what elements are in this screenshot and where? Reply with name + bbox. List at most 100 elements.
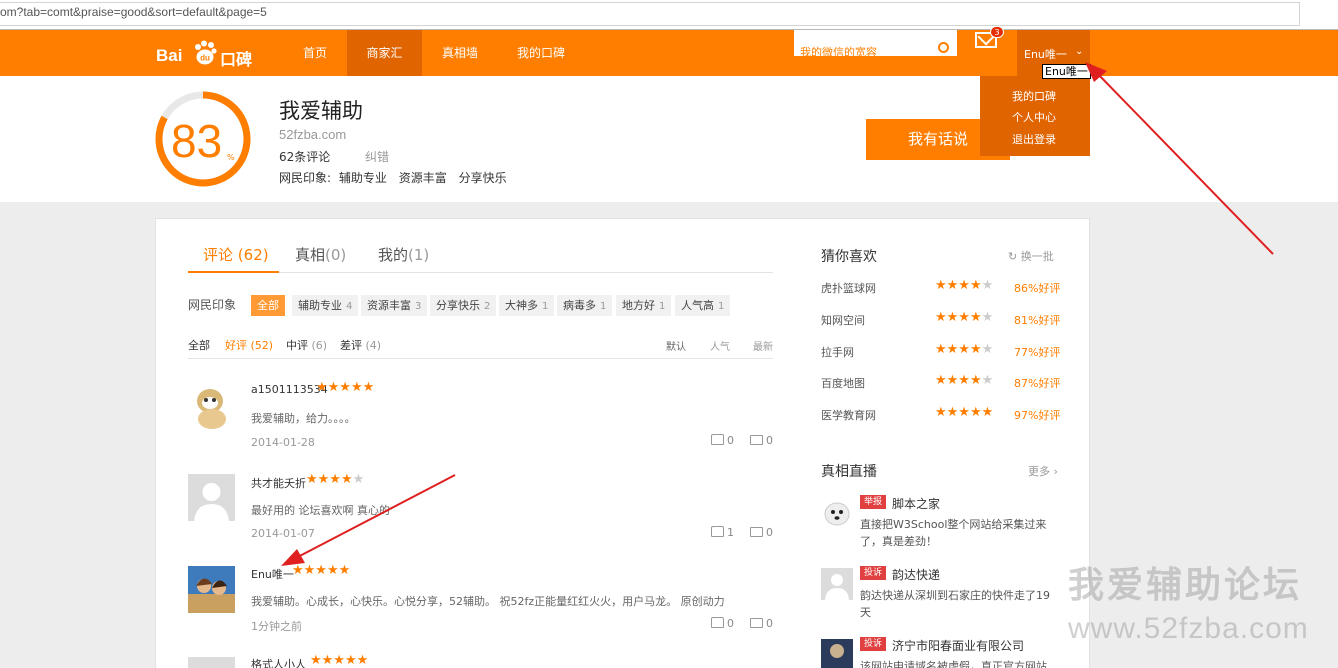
live-avatar[interactable] — [821, 496, 853, 528]
refresh-label: 换一批 — [1020, 250, 1054, 263]
recommend-name[interactable]: 医学教育网 — [821, 407, 876, 423]
search-icon[interactable] — [938, 42, 949, 53]
filter-good[interactable]: 好评 (52) — [225, 337, 273, 353]
live-item-title[interactable]: 韵达快递 — [892, 566, 940, 583]
business-url[interactable]: 52fzba.com — [279, 127, 346, 142]
tag-item[interactable]: 辅助专业 4 — [292, 295, 359, 316]
paw-icon: du — [195, 40, 217, 65]
comment-date: 1分钟之前 — [251, 620, 302, 633]
tab-active-indicator — [188, 271, 279, 273]
tag-item[interactable]: 人气高 1 — [675, 295, 731, 316]
live-avatar[interactable] — [821, 639, 853, 668]
nav-my-koubei[interactable]: 我的口碑 — [506, 30, 576, 76]
recommend-stars: ★★★★★ — [935, 310, 994, 325]
sort-default[interactable]: 默认 — [666, 338, 686, 353]
filter-label: 好评 — [225, 339, 247, 352]
nav-home[interactable]: 首页 — [288, 30, 342, 76]
comment-icon — [750, 618, 763, 628]
correction-link[interactable]: 纠错 — [365, 148, 389, 165]
comment-username[interactable]: Enu唯一 — [251, 566, 294, 582]
live-item-title[interactable]: 济宁市阳春面业有限公司 — [892, 637, 1024, 654]
impression-item: 辅助专业 — [338, 171, 387, 185]
comment-icon — [750, 527, 763, 537]
tag-item[interactable]: 资源丰富 3 — [361, 295, 428, 316]
reply-button[interactable]: 0 — [750, 434, 773, 447]
filter-bad[interactable]: 差评 (4) — [340, 337, 381, 353]
comment-count: 62条评论 — [279, 150, 331, 164]
baidu-koubei-logo[interactable]: Bai du 口碑 — [156, 38, 256, 69]
comment-rating-stars: ★★★★★ — [316, 380, 375, 395]
tag-all[interactable]: 全部 — [251, 295, 285, 316]
comment-username[interactable]: 共才能夭折 — [251, 475, 306, 491]
recommend-name[interactable]: 知网空间 — [821, 312, 865, 328]
watermark-title: 我爱辅助论坛 — [1068, 565, 1303, 606]
avatar[interactable] — [188, 383, 235, 430]
filter-medium[interactable]: 中评 (6) — [286, 337, 327, 353]
like-count: 0 — [727, 434, 734, 447]
more-link[interactable]: 更多 › — [1028, 463, 1058, 479]
tags-label: 网民印象 — [188, 298, 237, 312]
live-item-title[interactable]: 脚本之家 — [892, 495, 940, 512]
filter-count: (52) — [250, 339, 274, 352]
impression-item: 分享快乐 — [458, 171, 507, 185]
chevron-down-icon[interactable]: ⌄ — [1075, 46, 1083, 57]
recommend-rate: 77%好评 — [1014, 346, 1061, 359]
tab-comments[interactable]: 评论 (62) — [203, 244, 269, 265]
tab-count: (1) — [408, 246, 430, 264]
live-item-text: 直接把W3School整个网站给采集过来了，真是差劲！ — [860, 518, 1047, 548]
top-navigation: Bai du 口碑 首页 商家汇 真相墙 我的口碑 我的微信的宽容 3 Enu唯… — [0, 26, 1338, 76]
avatar[interactable] — [188, 474, 235, 521]
filter-label: 中评 — [286, 339, 308, 352]
tag-item[interactable]: 分享快乐 2 — [430, 295, 497, 316]
tab-mine[interactable]: 我的(1) — [378, 244, 429, 265]
search-input[interactable]: 我的微信的宽容 — [800, 44, 877, 60]
dropdown-logout[interactable]: 退出登录 — [1012, 131, 1056, 147]
username[interactable]: Enu唯一 — [1024, 46, 1067, 62]
refresh-button[interactable]: ↻ 换一批 — [1008, 248, 1054, 264]
filter-divider — [188, 358, 773, 359]
live-item-text: 该网站申请域名被虚假，真正官方网站 — [860, 660, 1047, 668]
comment-rating-stars: ★★★★★ — [310, 653, 369, 668]
avatar[interactable] — [188, 566, 235, 613]
dropdown-profile[interactable]: 个人中心 — [1012, 109, 1056, 125]
tag-name: 人气高 — [681, 299, 714, 312]
thumbs-up-icon — [711, 526, 724, 537]
nav-shangjiahui[interactable]: 商家汇 — [347, 30, 422, 76]
like-button[interactable]: 0 — [711, 617, 734, 630]
comment-text: 我爱辅助，给力。。。。 — [251, 412, 356, 425]
dropdown-my-koubei[interactable]: 我的口碑 — [1012, 88, 1056, 104]
logo-paw-text: du — [200, 54, 210, 63]
tab-truth[interactable]: 真相(0) — [295, 244, 346, 265]
like-button[interactable]: 0 — [711, 434, 734, 447]
avatar[interactable] — [188, 657, 235, 668]
address-url[interactable]: om?tab=comt&praise=good&sort=default&pag… — [0, 5, 267, 19]
filter-count: (4) — [365, 339, 382, 352]
recommend-stars: ★★★★★ — [935, 405, 994, 420]
recommend-name[interactable]: 虎扑篮球网 — [821, 280, 876, 296]
reply-button[interactable]: 0 — [750, 526, 773, 539]
tab-label: 真相 — [295, 246, 326, 264]
tag-item[interactable]: 大神多 1 — [499, 295, 555, 316]
recommend-name[interactable]: 拉手网 — [821, 344, 854, 360]
filter-all[interactable]: 全部 — [188, 337, 210, 353]
reply-count: 0 — [766, 526, 773, 539]
mail-count-badge: 3 — [990, 26, 1004, 38]
tag-item[interactable]: 地方好 1 — [616, 295, 672, 316]
like-button[interactable]: 1 — [711, 526, 734, 539]
sort-popular[interactable]: 人气 — [710, 338, 730, 353]
business-name: 我爱辅助 — [279, 99, 363, 123]
tag-count: 3 — [415, 301, 422, 312]
comment-username[interactable]: 格式人小人 — [251, 656, 306, 668]
live-avatar[interactable] — [821, 568, 853, 600]
browser-address-bar[interactable]: om?tab=comt&praise=good&sort=default&pag… — [0, 0, 1338, 30]
tag-count: 1 — [718, 301, 725, 312]
nav-zhenxiangqiang[interactable]: 真相墙 — [432, 30, 488, 76]
reply-button[interactable]: 0 — [750, 617, 773, 630]
sort-latest[interactable]: 最新 — [753, 338, 773, 353]
tag-item[interactable]: 病毒多 1 — [557, 295, 613, 316]
watermark-url: www.52fzba.com — [1068, 612, 1309, 645]
recommend-name[interactable]: 百度地图 — [821, 375, 865, 391]
comment-rating-stars: ★★★★★ — [306, 472, 365, 487]
search-box[interactable]: 我的微信的宽容 — [794, 30, 957, 59]
tab-count: (62) — [237, 246, 269, 264]
